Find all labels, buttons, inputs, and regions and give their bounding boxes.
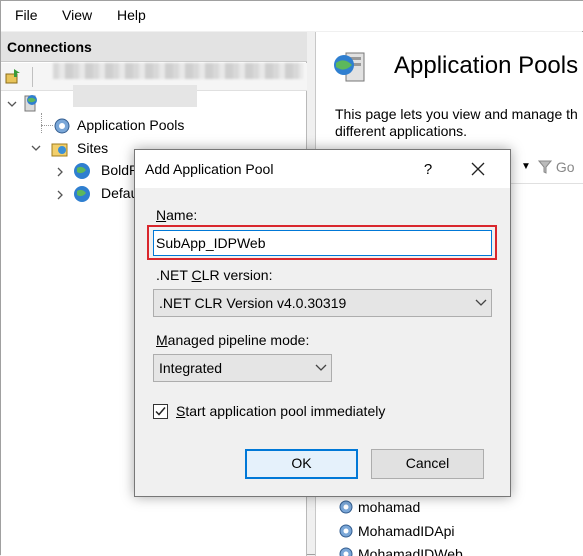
filter-go-button[interactable]: Go <box>538 159 575 175</box>
label-text: tart application pool immediately <box>185 403 385 419</box>
page-description-line: different applications. <box>335 123 583 140</box>
access-key: C <box>192 267 202 283</box>
dialog-title: Add Application Pool <box>145 161 273 177</box>
tree-item-sites[interactable]: Sites <box>77 140 108 162</box>
chevron-down-icon <box>315 364 327 372</box>
pipeline-mode-value: Integrated <box>159 360 222 376</box>
label-text: ame: <box>166 207 197 223</box>
ok-button[interactable]: OK <box>245 449 358 479</box>
dialog-titlebar: Add Application Pool ? <box>135 150 510 188</box>
connections-title: Connections <box>7 39 92 55</box>
site-globe-icon <box>73 162 91 180</box>
filter-dropdown-arrow-icon[interactable]: ▼ <box>521 161 531 172</box>
sites-folder-icon <box>51 140 69 158</box>
start-immediately-label[interactable]: Start application pool immediately <box>176 403 385 419</box>
chevron-right-icon[interactable] <box>55 167 65 177</box>
clr-version-select[interactable]: .NET CLR Version v4.0.30319 <box>153 289 492 317</box>
access-key: N <box>156 207 166 223</box>
cancel-button[interactable]: Cancel <box>371 449 484 479</box>
access-key: M <box>156 332 168 348</box>
clr-version-label: .NET CLR version: <box>156 267 272 283</box>
start-immediately-checkbox[interactable] <box>153 404 168 419</box>
page-title: Application Pools <box>394 52 578 80</box>
menu-view[interactable]: View <box>62 7 92 23</box>
app-pool-icon <box>338 523 354 539</box>
chevron-down-icon[interactable] <box>31 143 41 153</box>
tree-item-app-pools[interactable]: Application Pools <box>77 117 184 139</box>
name-field[interactable] <box>153 230 492 256</box>
pipeline-mode-label: Managed pipeline mode: <box>156 332 309 348</box>
chevron-down-icon <box>475 299 487 307</box>
page-description-line: This page lets you view and manage th <box>335 106 583 123</box>
toolbar-separator <box>32 67 33 87</box>
chevron-right-icon[interactable] <box>55 190 65 200</box>
add-app-pool-dialog: Add Application Pool ? Name: .NET CLR ve… <box>134 149 511 497</box>
access-key: S <box>176 403 185 419</box>
menu-bar: File View Help <box>1 1 583 31</box>
server-icon <box>23 93 45 113</box>
list-item[interactable]: MohamadIDApi <box>338 523 455 543</box>
name-label: Name: <box>156 207 197 223</box>
iis-manager-window: File View Help Connections Application P… <box>0 0 583 555</box>
label-text: anaged pipeline mode: <box>168 332 310 348</box>
clr-version-value: .NET CLR Version v4.0.30319 <box>159 295 346 311</box>
server-name-redacted[interactable] <box>53 63 303 79</box>
checkmark-icon <box>154 405 167 418</box>
chevron-down-icon[interactable] <box>7 99 17 109</box>
filter-go-label: Go <box>556 159 575 175</box>
page-description: This page lets you view and manage th di… <box>335 106 583 140</box>
pool-name: MohamadIDApi <box>358 523 455 539</box>
site-globe-icon <box>73 185 91 203</box>
pipeline-mode-select[interactable]: Integrated <box>153 354 332 382</box>
connections-header: Connections <box>1 32 307 62</box>
menu-file[interactable]: File <box>15 7 38 23</box>
menu-help[interactable]: Help <box>117 7 146 23</box>
app-pools-icon <box>53 117 71 135</box>
tree-selection <box>73 85 197 107</box>
label-text: LR version: <box>202 267 273 283</box>
tree-item-site-default[interactable]: Defau <box>101 185 138 207</box>
help-button[interactable]: ? <box>419 161 437 178</box>
app-pool-icon <box>338 499 354 515</box>
app-pools-large-icon <box>332 49 368 85</box>
pool-name: mohamad <box>358 499 420 515</box>
connect-icon[interactable] <box>5 68 21 84</box>
list-item[interactable]: mohamad <box>338 499 420 519</box>
funnel-icon <box>538 160 552 174</box>
close-icon[interactable] <box>469 160 487 178</box>
label-text: .NET <box>156 267 192 283</box>
